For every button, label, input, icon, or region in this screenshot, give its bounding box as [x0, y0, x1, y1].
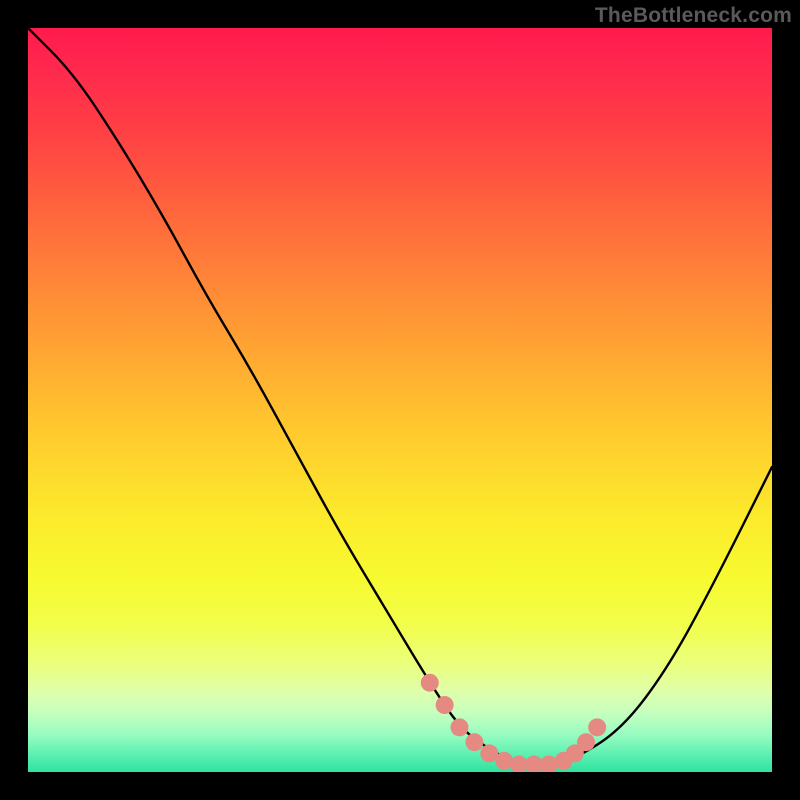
watermark-text: TheBottleneck.com: [595, 4, 792, 28]
optimal-range-dot: [436, 696, 454, 714]
optimal-range-dot: [465, 733, 483, 751]
optimal-range-dot: [540, 756, 558, 772]
optimal-range-dot: [588, 718, 606, 736]
optimal-range-dots: [421, 674, 606, 772]
chart-svg: [28, 28, 772, 772]
chart-frame: [28, 28, 772, 772]
optimal-range-dot: [451, 718, 469, 736]
optimal-range-dot: [421, 674, 439, 692]
bottleneck-curve: [28, 28, 772, 765]
optimal-range-dot: [577, 733, 595, 751]
